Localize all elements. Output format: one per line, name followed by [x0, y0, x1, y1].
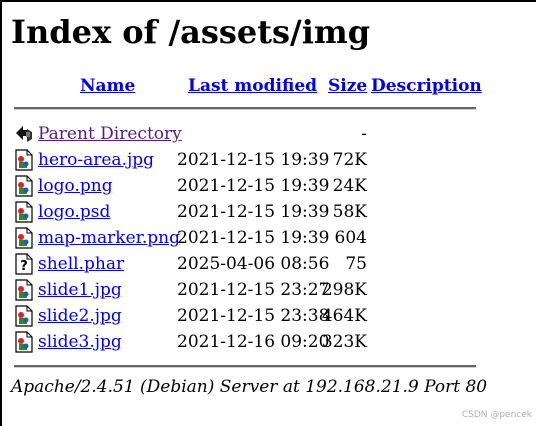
- file-modified: 2021-12-15 19:39: [177, 176, 330, 196]
- file-link[interactable]: slide1.jpg: [38, 278, 122, 302]
- file-size: 58K: [332, 202, 367, 222]
- page-title: Index of /assets/img: [11, 13, 371, 51]
- file-modified: 2021-12-15 19:39: [177, 228, 330, 248]
- file-modified: 2021-12-15 19:39: [177, 202, 330, 222]
- file-row: slide2.jpg 2021-12-15 23:38 464K: [0, 304, 536, 328]
- file-link[interactable]: shell.phar: [38, 252, 124, 276]
- file-modified: 2025-04-06 08:56: [177, 254, 330, 274]
- file-size: 464K: [321, 306, 367, 326]
- sort-by-size-link[interactable]: Size: [328, 76, 367, 96]
- parent-directory-link[interactable]: Parent Directory: [38, 122, 182, 146]
- file-row: slide3.jpg 2021-12-16 09:20 323K: [0, 330, 536, 354]
- file-size: 24K: [332, 176, 367, 196]
- svg-text:?: ?: [20, 259, 28, 274]
- server-signature: Apache/2.4.51 (Debian) Server at 192.168…: [11, 377, 488, 397]
- unknown-file-icon: ?: [14, 253, 34, 275]
- sort-by-description-link[interactable]: Description: [371, 76, 482, 96]
- image-icon: [14, 331, 34, 353]
- file-modified: 2021-12-15 23:27: [177, 280, 330, 300]
- image-icon: [14, 149, 34, 171]
- column-header-last-modified[interactable]: Last modified: [188, 75, 317, 97]
- sort-by-name-link[interactable]: Name: [80, 76, 135, 96]
- column-header-size[interactable]: Size: [328, 75, 367, 97]
- header-divider: [14, 107, 476, 110]
- file-size: 604: [334, 228, 367, 248]
- file-row: logo.png 2021-12-15 19:39 24K: [0, 174, 536, 198]
- file-modified: 2021-12-15 23:38: [177, 306, 330, 326]
- file-modified: 2021-12-15 19:39: [177, 150, 330, 170]
- sort-by-last-modified-link[interactable]: Last modified: [188, 76, 317, 96]
- file-row: hero-area.jpg 2021-12-15 19:39 72K: [0, 148, 536, 172]
- file-modified: 2021-12-16 09:20: [177, 332, 330, 352]
- file-size: 323K: [321, 332, 367, 352]
- image-icon: [14, 175, 34, 197]
- file-row: logo.psd 2021-12-15 19:39 58K: [0, 200, 536, 224]
- file-link[interactable]: slide3.jpg: [38, 330, 122, 354]
- file-link[interactable]: hero-area.jpg: [38, 148, 154, 172]
- file-size: 72K: [332, 150, 367, 170]
- column-header-description[interactable]: Description: [371, 75, 482, 97]
- image-icon: [14, 279, 34, 301]
- back-icon: [14, 123, 34, 145]
- parent-directory-size: -: [361, 124, 367, 144]
- file-link[interactable]: logo.png: [38, 174, 113, 198]
- file-row: map-marker.png 2021-12-15 19:39 604: [0, 226, 536, 250]
- file-row: ? shell.phar 2025-04-06 08:56 75: [0, 252, 536, 276]
- file-link[interactable]: map-marker.png: [38, 226, 180, 250]
- watermark: CSDN @pencek: [461, 410, 532, 420]
- footer-divider: [14, 365, 476, 368]
- file-link[interactable]: logo.psd: [38, 200, 110, 224]
- file-size: 75: [345, 254, 367, 274]
- parent-directory-row: Parent Directory -: [0, 122, 536, 146]
- file-row: slide1.jpg 2021-12-15 23:27 298K: [0, 278, 536, 302]
- image-icon: [14, 201, 34, 223]
- file-size: 298K: [321, 280, 367, 300]
- window-border-top: [0, 0, 536, 2]
- file-link[interactable]: slide2.jpg: [38, 304, 122, 328]
- column-header-name[interactable]: Name: [80, 75, 135, 97]
- image-icon: [14, 227, 34, 249]
- image-icon: [14, 305, 34, 327]
